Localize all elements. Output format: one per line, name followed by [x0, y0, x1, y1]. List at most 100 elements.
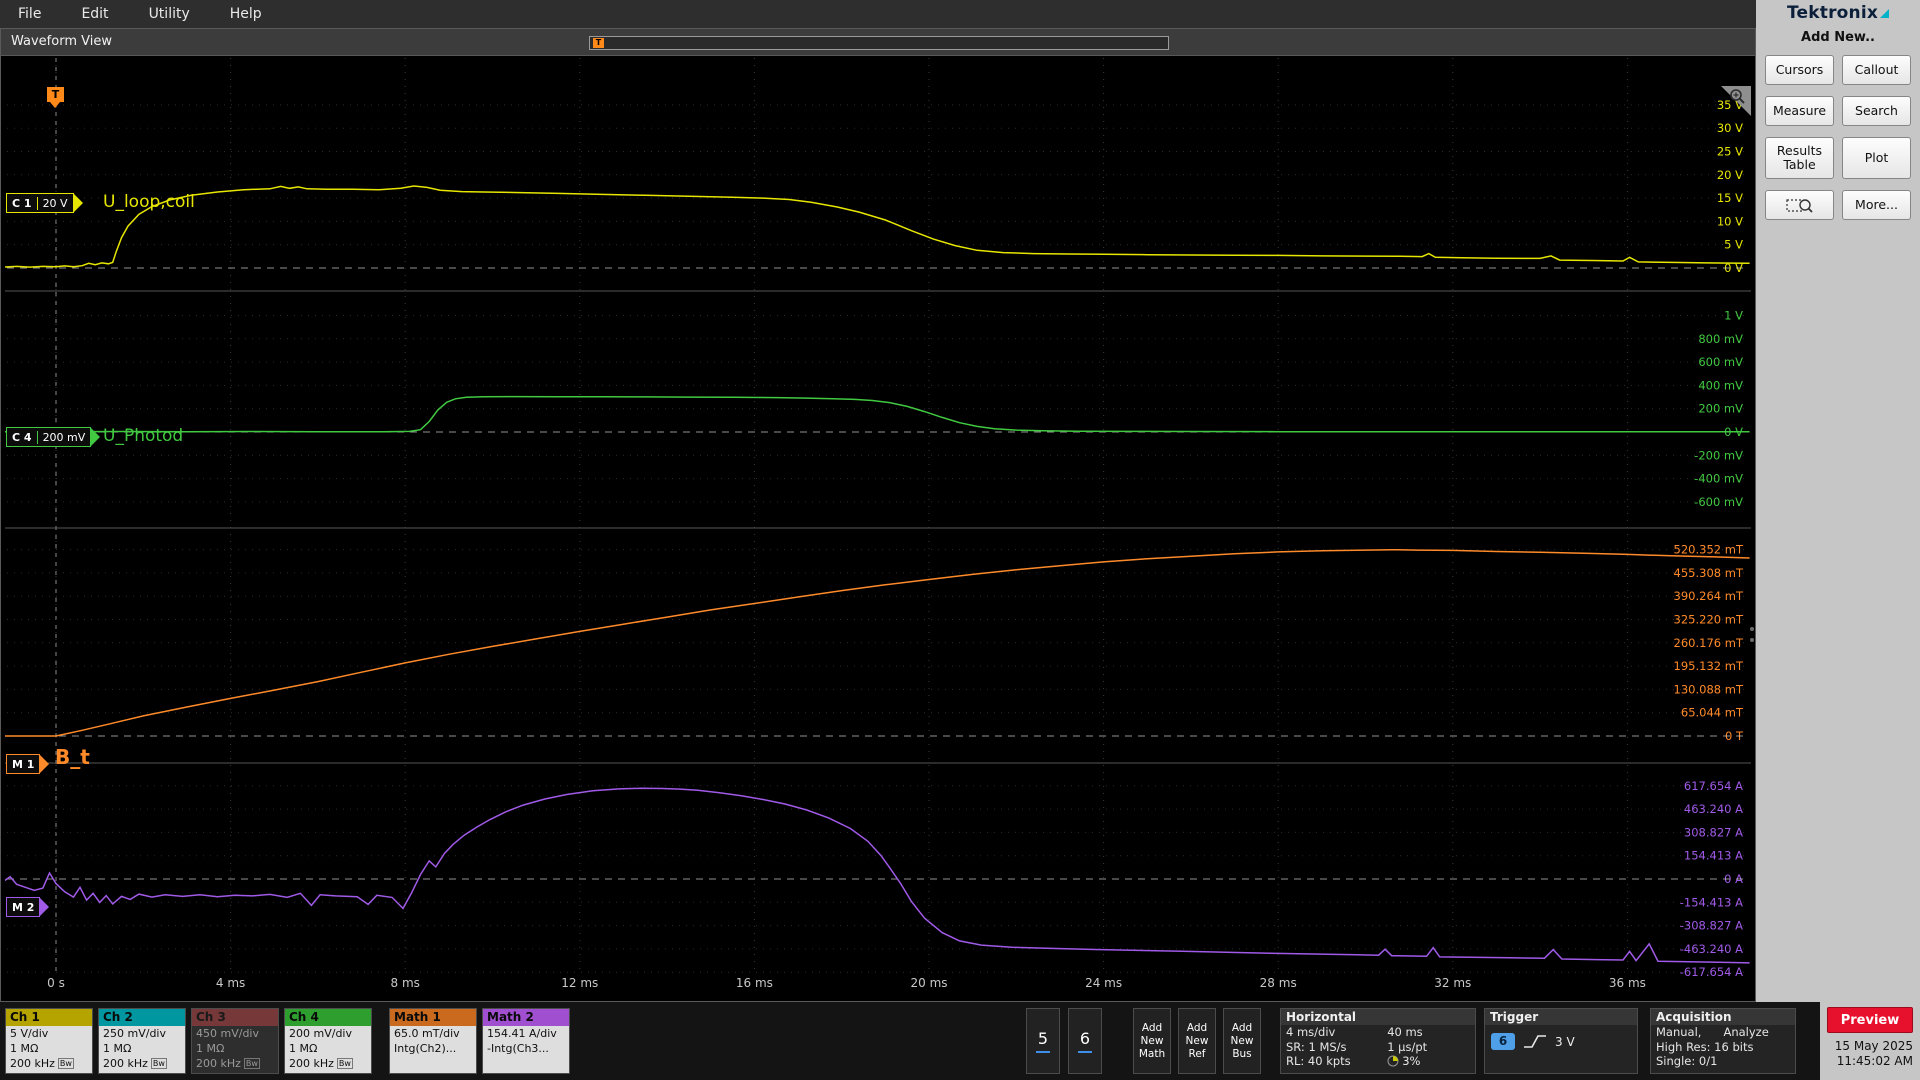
trigger-panel[interactable]: Trigger 6 3 V: [1484, 1008, 1638, 1074]
waveform-plot-svg[interactable]: 0 s 4 ms 8 ms 12 ms 16 ms 20 ms 24 ms 28 ms 32 m…: [5, 56, 1751, 997]
acquisition-mode: Manual,: [1656, 1025, 1702, 1039]
right-sidebar: Tektronix Add New.. Cursors Callout Meas…: [1756, 0, 1920, 1002]
ch4-badge[interactable]: Ch 4 200 mV/div 1 MΩ 200 kHz Bw: [284, 1008, 372, 1074]
zoom-magnifier-icon[interactable]: [1728, 88, 1747, 107]
add-new-heading: Add New..: [1801, 30, 1875, 45]
time-axis-label: 4 ms: [216, 976, 245, 990]
channel-badge-arrow-icon: [72, 193, 83, 213]
channel-badge-c4[interactable]: C 4 200 mV: [6, 427, 101, 447]
y-axis-label: 600 mV: [1698, 355, 1743, 369]
menu-help[interactable]: Help: [230, 6, 262, 22]
callout-button[interactable]: Callout: [1842, 55, 1911, 85]
time-axis-label: 24 ms: [1085, 976, 1122, 990]
channel-badge-c1[interactable]: C 1 20 V: [6, 193, 83, 213]
math2-badge[interactable]: Math 2 154.41 A/div -Intg(Ch3...: [482, 1008, 570, 1074]
math-badge-label: M 2: [12, 900, 35, 914]
ch2-bandwidth: 200 kHz Bw: [103, 1057, 167, 1070]
y-axis-label: 1 V: [1724, 309, 1743, 323]
search-button[interactable]: Search: [1842, 96, 1911, 126]
y-axis-label: 154.413 A: [1684, 849, 1743, 863]
add-new-ref-button[interactable]: Add New Ref: [1178, 1008, 1216, 1074]
y-axis-label: -600 mV: [1694, 495, 1743, 509]
channel-badge-label: C 1: [12, 196, 32, 210]
time-axis-label: 32 ms: [1434, 976, 1471, 990]
ch2-impedance: 1 MΩ: [103, 1042, 132, 1055]
menu-edit[interactable]: Edit: [81, 6, 108, 22]
y-axis-label: 455.308 mT: [1674, 566, 1744, 580]
horizontal-panel[interactable]: Horizontal 4 ms/div 40 ms SR: 1 MS/s 1 µs/…: [1280, 1008, 1476, 1074]
ch1-badge[interactable]: Ch 1 5 V/div 1 MΩ 200 kHz Bw: [5, 1008, 93, 1074]
trace-label-u-photod[interactable]: U_Photod: [103, 426, 183, 446]
record-length: RL: 40 kpts: [1286, 1054, 1351, 1068]
channel-badge-arrow-icon: [90, 427, 101, 447]
y-axis-label: 800 mV: [1698, 332, 1743, 346]
add-new-bus-button[interactable]: Add New Bus: [1223, 1008, 1261, 1074]
time-axis-label: 12 ms: [561, 976, 598, 990]
acquisition-resolution: High Res: 16 bits: [1656, 1039, 1754, 1054]
menu-file[interactable]: File: [18, 6, 41, 22]
bw-limit-icon: Bw: [150, 1058, 167, 1069]
trace-label-b-t[interactable]: B_t: [55, 745, 90, 769]
zoom-icon: [1785, 199, 1813, 213]
math2-badge-title: Math 2: [483, 1009, 569, 1026]
time-axis-label: 28 ms: [1260, 976, 1297, 990]
time-axis-label: 8 ms: [391, 976, 420, 990]
preview-button[interactable]: Preview: [1827, 1007, 1913, 1033]
channel-badge-label: C 4: [12, 430, 32, 444]
trace-m2[interactable]: [5, 787, 1750, 964]
y-axis-label: 10 V: [1717, 214, 1743, 228]
more-button[interactable]: More...: [1842, 190, 1911, 220]
cursors-button[interactable]: Cursors: [1765, 55, 1834, 85]
acquisition-panel[interactable]: Acquisition Manual, Analyze High Res: 16…: [1650, 1008, 1796, 1074]
tektronix-logo: Tektronix: [1756, 0, 1920, 26]
ch5-tile[interactable]: 5: [1026, 1008, 1060, 1074]
trace-u_photod[interactable]: [5, 395, 1750, 433]
math-badge-m1[interactable]: M 1: [6, 754, 50, 774]
ch3-scale: 450 mV/div: [196, 1027, 259, 1040]
math1-badge-title: Math 1: [390, 1009, 476, 1026]
horizontal-scale: 4 ms/div: [1286, 1025, 1336, 1039]
ch1-scale: 5 V/div: [10, 1027, 49, 1040]
ch2-badge[interactable]: Ch 2 250 mV/div 1 MΩ 200 kHz Bw: [98, 1008, 186, 1074]
y-axis-label: -154.413 A: [1680, 895, 1743, 909]
ch6-tile[interactable]: 6: [1068, 1008, 1102, 1074]
trace-label-u-loop-coil[interactable]: U_loop,coil: [103, 192, 195, 212]
math-badge-m2[interactable]: M 2: [6, 897, 50, 917]
y-axis-label: 463.240 A: [1684, 802, 1743, 816]
bw-limit-icon: Bw: [336, 1058, 353, 1069]
acquisition-analyze: Analyze: [1723, 1025, 1769, 1039]
menu-utility[interactable]: Utility: [149, 6, 190, 22]
plot-button[interactable]: Plot: [1842, 137, 1911, 179]
add-new-math-button[interactable]: Add New Math: [1133, 1008, 1171, 1074]
zoom-button[interactable]: [1765, 190, 1834, 220]
ch3-badge-title: Ch 3: [192, 1009, 278, 1026]
waveform-plot[interactable]: 0 s 4 ms 8 ms 12 ms 16 ms 20 ms 24 ms 28 ms 32 m…: [5, 56, 1751, 997]
ch4-scale: 200 mV/div: [289, 1027, 352, 1040]
bottom-settings-bar: Ch 1 5 V/div 1 MΩ 200 kHz Bw Ch 2 250 mV/…: [0, 1002, 1820, 1080]
y-axis-label: -463.240 A: [1680, 942, 1743, 956]
panel-resize-handle[interactable]: [1750, 620, 1754, 649]
time-axis-label: 20 ms: [910, 976, 947, 990]
bw-limit-icon: Bw: [243, 1058, 260, 1069]
horizontal-position: 3%: [1387, 1054, 1420, 1069]
y-axis-label: 325.220 mT: [1674, 613, 1744, 627]
math2-expression: -Intg(Ch3...: [487, 1042, 549, 1055]
record-trigger-icon[interactable]: T: [593, 38, 604, 48]
waveform-view-widget: Waveform View T 0 s 4 ms 8 ms 12 ms 16 ms 20 …: [0, 28, 1756, 1002]
horizontal-record-indicator[interactable]: T: [589, 36, 1169, 50]
time-axis-label: 36 ms: [1609, 976, 1646, 990]
math1-scale: 65.0 mT/div: [394, 1027, 460, 1040]
horizontal-window: 40 ms: [1387, 1025, 1423, 1039]
y-axis-label: -308.827 A: [1680, 919, 1743, 933]
ch5-color-bar: [1036, 1051, 1050, 1053]
trigger-marker-icon[interactable]: T: [47, 87, 64, 108]
math1-badge[interactable]: Math 1 65.0 mT/div Intg(Ch2)...: [389, 1008, 477, 1074]
y-axis-label: 20 V: [1717, 168, 1743, 182]
measure-button[interactable]: Measure: [1765, 96, 1834, 126]
y-axis-label: 200 mV: [1698, 402, 1743, 416]
y-axis-label: 30 V: [1717, 121, 1743, 135]
math1-expression: Intg(Ch2)...: [394, 1042, 457, 1055]
ch3-badge[interactable]: Ch 3 450 mV/div 1 MΩ 200 kHz Bw: [191, 1008, 279, 1074]
results-table-button[interactable]: Results Table: [1765, 137, 1834, 179]
y-axis-label: -200 mV: [1694, 448, 1743, 462]
